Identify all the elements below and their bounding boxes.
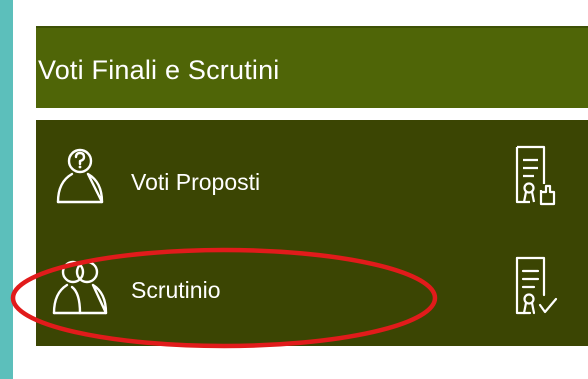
menu-item-voti-proposti[interactable]: Voti Proposti xyxy=(36,120,588,233)
document-hand-icon xyxy=(515,145,556,206)
section-title: Voti Finali e Scrutini xyxy=(38,55,280,85)
document-check-icon xyxy=(515,256,558,315)
section-header: Voti Finali e Scrutini xyxy=(36,26,588,108)
menu-item-label: Voti Proposti xyxy=(131,169,261,195)
highlight-ellipse xyxy=(10,247,438,349)
question-person-icon xyxy=(56,148,104,204)
